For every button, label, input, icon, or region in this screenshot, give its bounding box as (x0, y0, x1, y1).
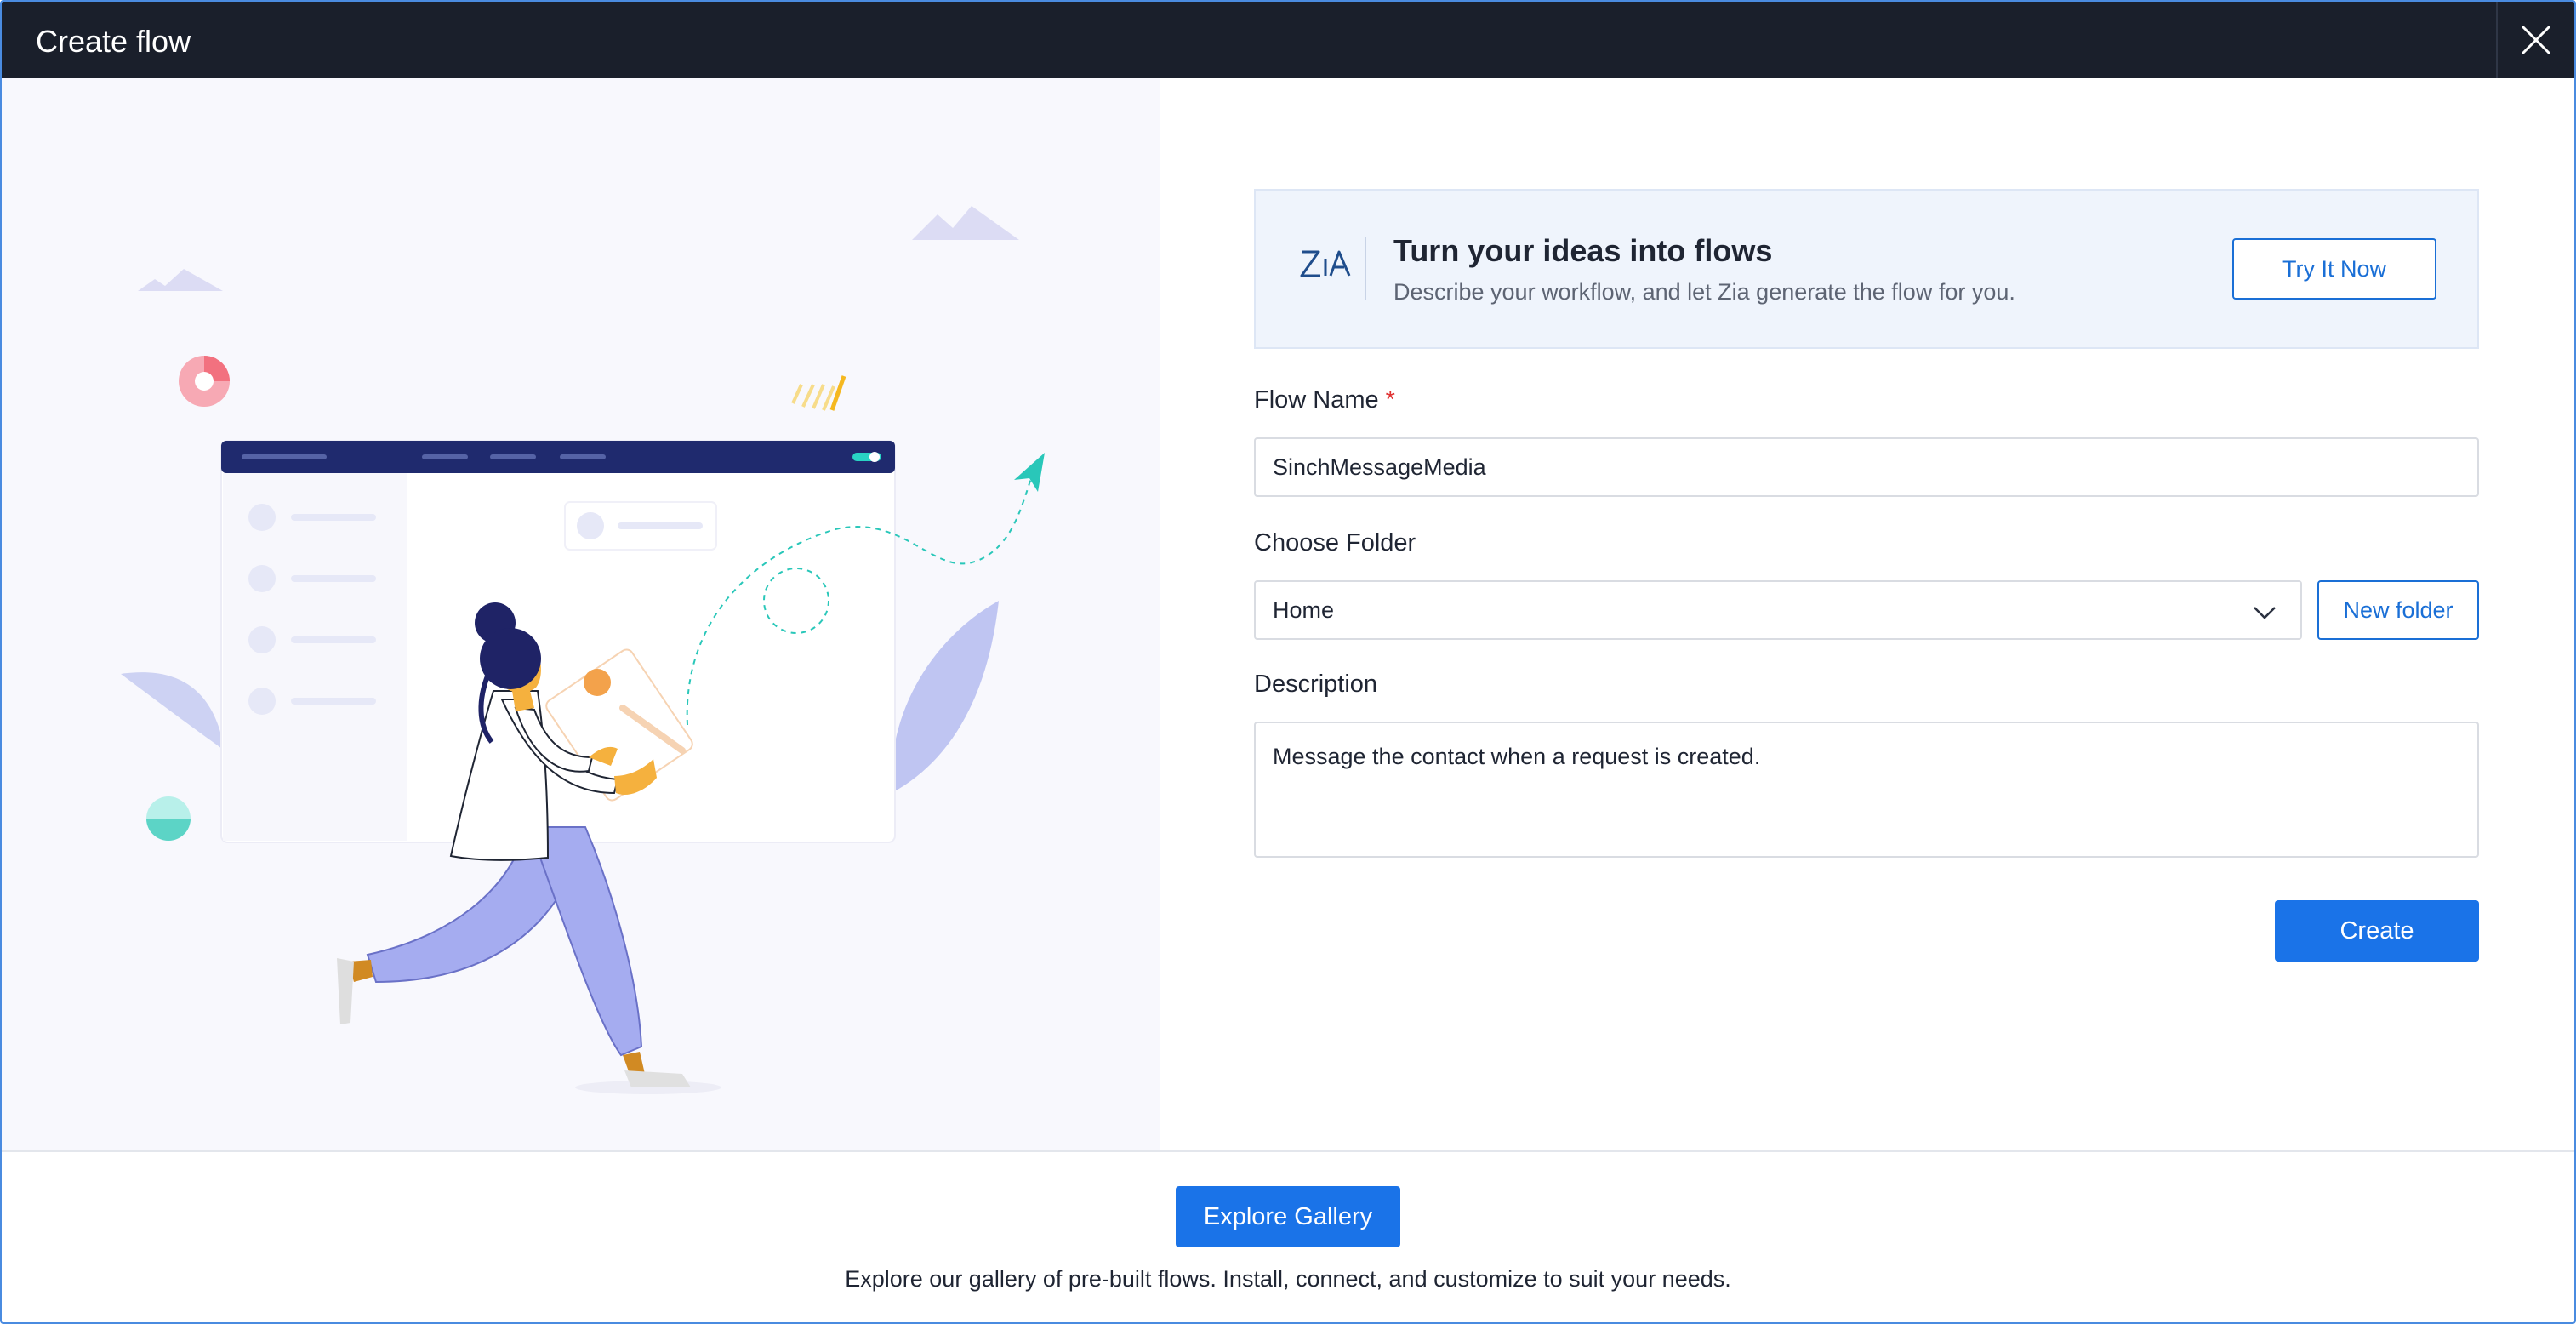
explore-gallery-button[interactable]: Explore Gallery (1176, 1186, 1400, 1247)
illustration-panel (2, 78, 1160, 1150)
footer-description: Explore our gallery of pre-built flows. … (845, 1266, 1731, 1292)
form-panel: Turn your ideas into flows Describe your… (1160, 78, 2574, 1150)
folder-select[interactable]: Home (1254, 580, 2302, 640)
dialog-header: Create flow (2, 2, 2574, 78)
zia-banner: Turn your ideas into flows Describe your… (1254, 189, 2479, 349)
try-it-now-button[interactable]: Try It Now (2232, 238, 2436, 300)
flow-name-input[interactable]: SinchMessageMedia (1254, 437, 2479, 497)
create-flow-dialog: Create flow Turn your ideas into flows D… (0, 0, 2576, 1324)
flow-name-label-text: Flow Name (1254, 386, 1379, 414)
chevron-down-icon (2254, 607, 2276, 619)
required-marker: * (1385, 386, 1395, 414)
zia-subtitle: Describe your workflow, and let Zia gene… (1393, 279, 2015, 305)
close-icon (2521, 25, 2551, 55)
zia-title: Turn your ideas into flows (1393, 233, 1773, 268)
create-button[interactable]: Create (2275, 900, 2479, 962)
dialog-footer: Explore Gallery Explore our gallery of p… (2, 1150, 2574, 1322)
folder-select-value: Home (1273, 596, 1335, 623)
zia-logo-icon (1300, 250, 1351, 277)
flow-name-label: Flow Name * (1254, 386, 1395, 414)
choose-folder-label: Choose Folder (1254, 529, 1416, 556)
description-textarea[interactable]: Message the contact when a request is cr… (1254, 722, 2479, 858)
close-button[interactable] (2496, 2, 2574, 78)
illustration-image (121, 206, 1045, 1094)
description-label: Description (1254, 671, 1378, 698)
dialog-title: Create flow (36, 24, 191, 59)
new-folder-button[interactable]: New folder (2317, 580, 2479, 640)
zia-divider (1365, 237, 1366, 300)
